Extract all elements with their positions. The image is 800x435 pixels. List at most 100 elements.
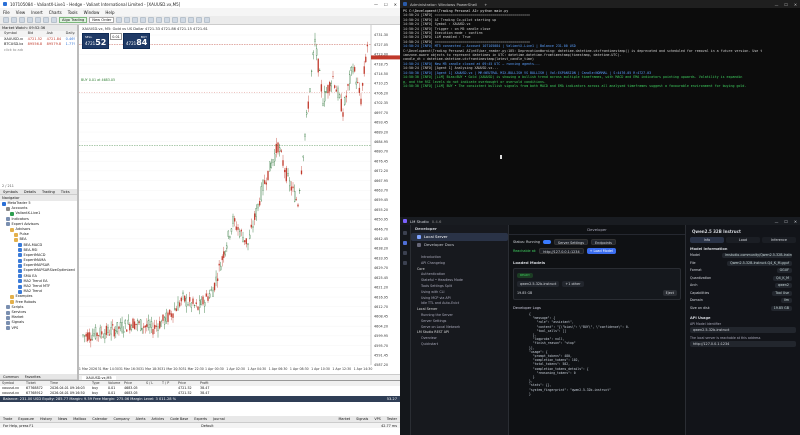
toolbox-tab-experts[interactable]: Experts (194, 416, 207, 422)
tester-icon[interactable] (51, 17, 57, 23)
toolbox-tab-code-base[interactable]: Code Base (170, 416, 188, 422)
developer-icon[interactable] (403, 241, 407, 245)
market-watch-icon[interactable] (19, 17, 25, 23)
loaded-model-card[interactable]: READY qwen2.5-32b-instruct +1 other 19.8… (513, 268, 681, 300)
price-tick-label: 4697.70 (374, 111, 388, 115)
toolbox-icon[interactable] (43, 17, 49, 23)
menu-view[interactable]: View (16, 10, 26, 15)
toolbox-tab-news[interactable]: News (58, 416, 67, 422)
data-window-icon[interactable] (35, 17, 41, 23)
eject-button[interactable]: Eject (662, 290, 677, 296)
menu-help[interactable]: Help (105, 10, 114, 15)
navigator-tab-common[interactable]: Common (3, 374, 19, 379)
indicators-icon[interactable] (180, 17, 187, 23)
load-model-button[interactable]: + Load Model (586, 248, 616, 254)
candle-body (152, 329, 154, 335)
toolbox-tab-mailbox[interactable]: Mailbox (73, 416, 86, 422)
minimize-icon[interactable]: — (775, 2, 779, 7)
menu-tools[interactable]: Tools (68, 10, 78, 15)
models-icon[interactable] (403, 251, 407, 255)
toolbox-right-tab-signals[interactable]: Signals (356, 416, 368, 422)
close-icon[interactable]: ✕ (794, 219, 797, 224)
watch-tab-trading[interactable]: Trading (42, 189, 55, 194)
maximize-icon[interactable]: ☐ (784, 219, 787, 224)
new-chart-icon[interactable] (3, 17, 9, 23)
sell-button[interactable]: SELL 472152 (82, 33, 109, 49)
toolbox-right-tab-tester[interactable]: Tester (387, 416, 397, 422)
new-tab-icon[interactable]: + (484, 2, 487, 7)
buy-button[interactable]: BUY 472184 (123, 33, 150, 49)
toolbox-tab-articles[interactable]: Articles (152, 416, 165, 422)
objects-icon[interactable] (188, 17, 195, 23)
toolbox-tab-history[interactable]: History (40, 416, 52, 422)
new-order-button[interactable]: New Order (89, 17, 115, 23)
candle-body (255, 208, 257, 217)
watch-tab-ticks[interactable]: Ticks (61, 189, 70, 194)
algo-trading-button[interactable]: Algo Trading (59, 17, 88, 23)
price-chart[interactable]: 4731.304727.054723.004718.754714.504710.… (77, 25, 400, 380)
toolbox-right-tab-vps[interactable]: VPS (374, 416, 381, 422)
menu-insert[interactable]: Insert (31, 10, 42, 15)
maximize-icon[interactable]: ☐ (384, 2, 388, 7)
navigator-icon[interactable] (27, 17, 33, 23)
toolbox-tab-company[interactable]: Company (114, 416, 130, 422)
navigator-tab-favorites[interactable]: Favorites (25, 374, 41, 379)
profiles-icon[interactable] (11, 17, 17, 23)
minimize-icon[interactable]: — (374, 2, 378, 7)
bar-chart-icon[interactable] (124, 17, 131, 23)
templates-icon[interactable] (204, 17, 211, 23)
search-icon[interactable] (403, 261, 407, 265)
toolbox-tab-trade[interactable]: Trade (3, 416, 12, 422)
load-tab[interactable]: Load (726, 237, 760, 243)
terminal-tab-title[interactable]: Administrator: Windows PowerShell (410, 2, 477, 7)
endpoints-button[interactable]: Endpoints (591, 239, 616, 245)
grid-icon[interactable] (164, 17, 171, 23)
inference-tab[interactable]: Inference (762, 237, 796, 243)
model-id[interactable]: qwen2.5-32b-instruct (517, 281, 560, 287)
menu-window[interactable]: Window (84, 10, 100, 15)
candle-chart-icon[interactable] (132, 17, 139, 23)
terminal-output[interactable]: PS C:\Development\Trading Personal AI> p… (400, 8, 800, 88)
time-tick-label: 1 Apr 14:30 (354, 367, 373, 371)
toolbox-tab-journal[interactable]: Journal (213, 416, 225, 422)
toolbox-tab-calendar[interactable]: Calendar (92, 416, 107, 422)
docs-link[interactable]: Quickstart (411, 342, 508, 348)
candle-body (352, 67, 354, 73)
candle-body (122, 330, 125, 333)
buy-sell-icon[interactable] (116, 17, 123, 23)
chart-window[interactable]: 4731.30 4727.05 4723.00 4718.75 4714.50 4710.… (77, 25, 400, 380)
lot-size-input[interactable]: 0.01 (110, 33, 122, 40)
nav-developer-docs[interactable]: Developer Docs (411, 241, 508, 249)
server-toggle[interactable] (542, 240, 551, 244)
toolbox-tab-exposure[interactable]: Exposure (18, 416, 34, 422)
nav-local-server[interactable]: Local Server (411, 233, 508, 241)
candle-body (88, 332, 90, 340)
navigator-item[interactable]: VPS (0, 326, 77, 331)
server-settings-button[interactable]: Server Settings (553, 239, 589, 245)
watch-tab-symbols[interactable]: Symbols (3, 189, 18, 194)
periods-icon[interactable] (196, 17, 203, 23)
reachable-url[interactable]: http://127.0.0.1:1234 (539, 248, 584, 254)
developer-logs[interactable]: { "message": { "role": "assistant", "con… (509, 312, 685, 397)
toolbox-tab-alerts[interactable]: Alerts (136, 416, 146, 422)
candle-body (262, 180, 264, 191)
api-server-value[interactable]: http://127.0.0.1:1234 (690, 341, 796, 347)
chat-icon[interactable] (403, 231, 407, 235)
close-icon[interactable]: ✕ (794, 2, 797, 7)
zoom-in-icon[interactable] (148, 17, 155, 23)
menu-file[interactable]: File (3, 10, 10, 15)
maximize-icon[interactable]: ☐ (784, 2, 787, 7)
minimize-icon[interactable]: — (775, 219, 779, 224)
zoom-out-icon[interactable] (156, 17, 163, 23)
autoscroll-icon[interactable] (172, 17, 179, 23)
api-model-value[interactable]: qwen2.5-32b-instruct (690, 327, 796, 333)
model-extra[interactable]: +1 other (562, 281, 584, 287)
info-tab[interactable]: Info (690, 237, 724, 243)
candle-body (170, 313, 172, 317)
watch-tab-details[interactable]: Details (24, 189, 36, 194)
line-chart-icon[interactable] (140, 17, 147, 23)
toolbox-right-tab-market[interactable]: Market (338, 416, 350, 422)
watch-row[interactable]: click to add (0, 48, 77, 54)
menu-charts[interactable]: Charts (49, 10, 62, 15)
close-icon[interactable]: ✕ (394, 2, 397, 7)
